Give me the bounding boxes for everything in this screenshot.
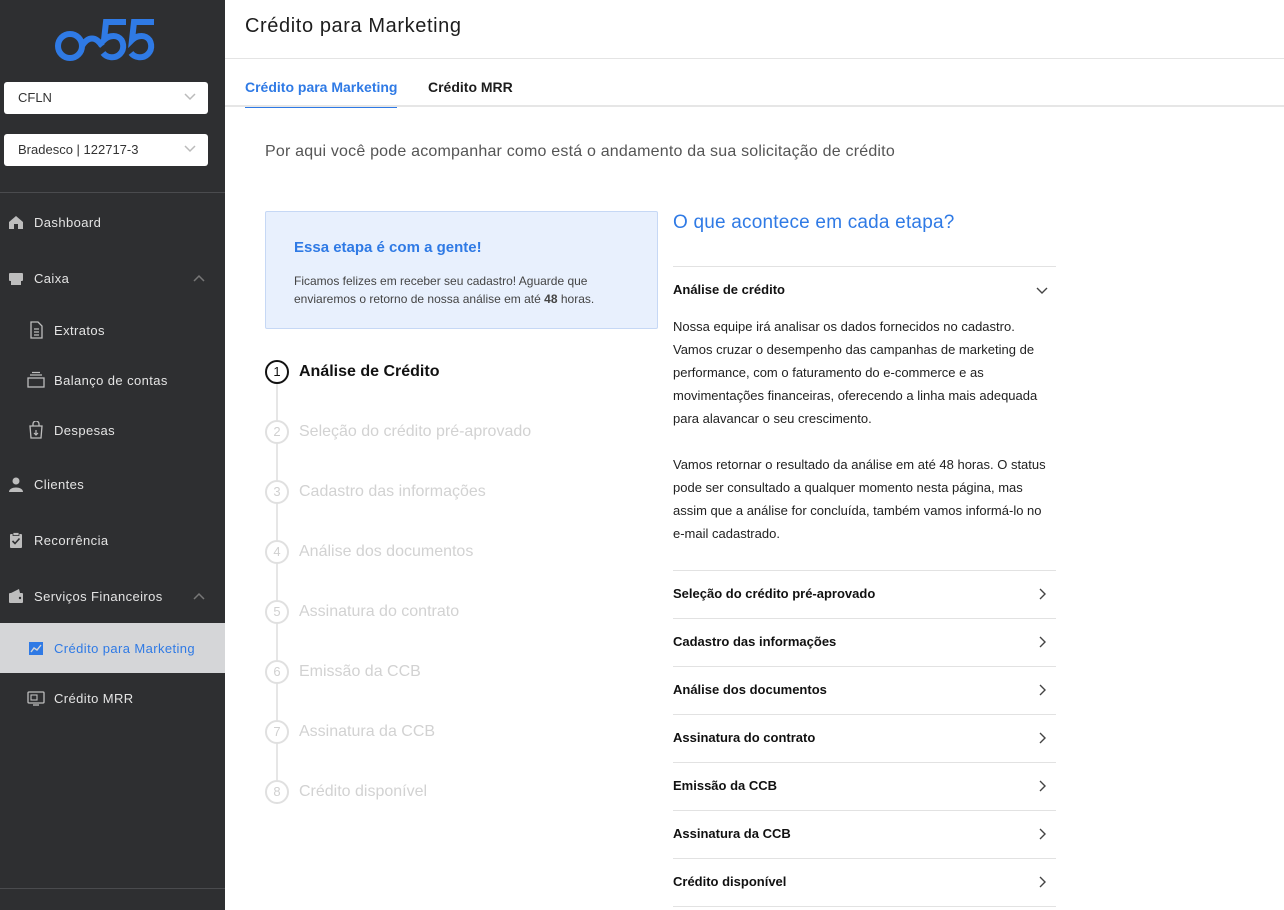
sidebar-item-clientes[interactable]: Clientes bbox=[0, 462, 225, 506]
account-select-value: Bradesco | 122717-3 bbox=[18, 142, 139, 157]
sidebar-item-label: Recorrência bbox=[34, 532, 109, 548]
sidebar-item-balanco[interactable]: Balanço de contas bbox=[0, 355, 225, 405]
intro-text: Por aqui você pode acompanhar como está … bbox=[265, 143, 895, 160]
sidebar-item-extratos[interactable]: Extratos bbox=[0, 305, 225, 355]
sidebar-item-label: Caixa bbox=[34, 270, 70, 286]
info-text: Ficamos felizes em receber seu cadastro!… bbox=[294, 274, 595, 306]
sidebar-item-label: Serviços Financeiros bbox=[34, 588, 163, 604]
faq-item-cadastro[interactable]: Cadastro das informações bbox=[673, 618, 1056, 666]
chevron-up-icon[interactable] bbox=[193, 274, 205, 282]
chevron-up-icon[interactable] bbox=[193, 592, 205, 600]
sidebar-item-label: Clientes bbox=[34, 476, 85, 492]
stack-icon bbox=[27, 371, 45, 388]
chevron-right-icon bbox=[1039, 588, 1046, 600]
info-hours: 48 bbox=[544, 292, 558, 306]
sidebar-item-label: Crédito para Marketing bbox=[54, 640, 196, 656]
sidebar-item-dashboard[interactable]: Dashboard bbox=[0, 200, 225, 244]
faq-item-analise-documentos[interactable]: Análise dos documentos bbox=[673, 666, 1056, 714]
clipboard-check-icon bbox=[10, 532, 22, 548]
sidebar-item-label: Despesas bbox=[54, 422, 116, 438]
faq-item-selecao-credito[interactable]: Seleção do crédito pré-aprovado bbox=[673, 570, 1056, 618]
tabs-divider bbox=[225, 105, 1284, 107]
page-title: Crédito para Marketing bbox=[245, 15, 462, 37]
monitor-icon bbox=[27, 691, 45, 706]
chevron-right-icon bbox=[1039, 876, 1046, 888]
chevron-right-icon bbox=[1039, 684, 1046, 696]
faq-title: O que acontece em cada etapa? bbox=[673, 212, 955, 233]
faq-item-credito-disponivel[interactable]: Crédito disponível bbox=[673, 858, 1056, 906]
main-content: Crédito para Marketing Crédito para Mark… bbox=[225, 0, 1284, 910]
sidebar-item-servicos-financeiros[interactable]: Serviços Financeiros bbox=[0, 574, 225, 618]
info-title: Essa etapa é com a gente! bbox=[294, 239, 482, 256]
chevron-right-icon bbox=[1039, 780, 1046, 792]
status-info-box: Essa etapa é com a gente! Ficamos felize… bbox=[265, 211, 658, 329]
company-select-value: CFLN bbox=[18, 90, 52, 105]
tab-credito-mrr[interactable]: Crédito MRR bbox=[428, 79, 513, 106]
bag-icon bbox=[29, 421, 43, 439]
chevron-right-icon bbox=[1039, 828, 1046, 840]
tab-credito-marketing[interactable]: Crédito para Marketing bbox=[245, 79, 398, 108]
chevron-down-icon bbox=[184, 145, 196, 153]
company-select[interactable]: CFLN bbox=[4, 82, 208, 114]
sidebar-item-label: Crédito MRR bbox=[54, 690, 134, 706]
faq-item-emissao-ccb[interactable]: Emissão da CCB bbox=[673, 762, 1056, 810]
chevron-down-icon bbox=[184, 93, 196, 101]
sidebar-item-recorrencia[interactable]: Recorrência bbox=[0, 518, 225, 562]
faq-answer: Nossa equipe irá analisar os dados forne… bbox=[673, 319, 1046, 541]
account-select[interactable]: Bradesco | 122717-3 bbox=[4, 134, 208, 166]
sidebar-item-despesas[interactable]: Despesas bbox=[0, 405, 225, 455]
faq-divider bbox=[673, 906, 1056, 907]
sidebar-item-label: Extratos bbox=[54, 322, 105, 338]
sidebar-item-credito-marketing[interactable]: Crédito para Marketing bbox=[0, 623, 225, 673]
faq-item-assinatura-contrato[interactable]: Assinatura do contrato bbox=[673, 714, 1056, 762]
chevron-right-icon bbox=[1039, 732, 1046, 744]
sidebar-divider bbox=[0, 192, 225, 193]
sidebar-item-label: Balanço de contas bbox=[54, 372, 168, 388]
chevron-down-icon bbox=[1036, 287, 1048, 294]
sidebar-item-label: Dashboard bbox=[34, 214, 102, 230]
cash-register-icon bbox=[9, 273, 23, 285]
chart-icon bbox=[29, 642, 43, 655]
tab-bar: Crédito para Marketing Crédito MRR bbox=[225, 59, 1284, 108]
o55-logo[interactable] bbox=[54, 18, 156, 62]
sidebar-item-caixa[interactable]: Caixa bbox=[0, 256, 225, 300]
faq-item-assinatura-ccb[interactable]: Assinatura da CCB bbox=[673, 810, 1056, 858]
person-icon bbox=[9, 477, 23, 492]
chevron-right-icon bbox=[1039, 636, 1046, 648]
document-icon bbox=[30, 321, 43, 339]
sidebar-divider bbox=[0, 888, 225, 889]
faq-item-analise-credito[interactable]: Análise de crédito bbox=[673, 266, 1056, 314]
home-icon bbox=[9, 216, 23, 229]
wallet-icon bbox=[9, 589, 23, 603]
sidebar: CFLN Bradesco | 122717-3 Dashboard Caixa… bbox=[0, 0, 225, 910]
sidebar-item-credito-mrr[interactable]: Crédito MRR bbox=[0, 673, 225, 723]
